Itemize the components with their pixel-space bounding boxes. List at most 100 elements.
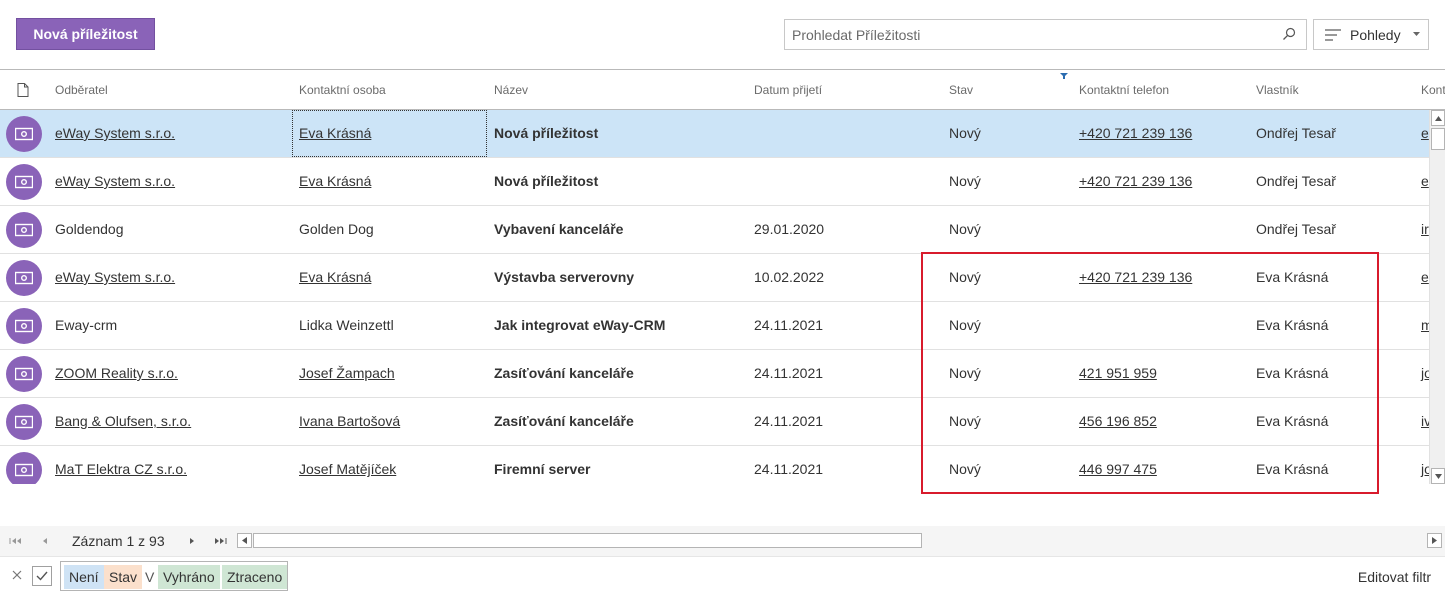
close-icon[interactable]: [12, 570, 22, 580]
column-header-owner[interactable]: Vlastník: [1256, 83, 1299, 97]
phone-link[interactable]: +420 721 239 136: [1079, 269, 1192, 285]
filter-chip-value-won[interactable]: Vyhráno: [158, 565, 220, 589]
table-row[interactable]: MaT Elektra CZ s.r.o. Josef Matějíček Fi…: [0, 446, 1429, 484]
column-header-name[interactable]: Název: [494, 83, 528, 97]
phone-link[interactable]: 446 997 475: [1079, 461, 1157, 477]
opportunity-icon: [6, 452, 42, 484]
filter-indicator-icon: [1060, 73, 1068, 79]
state: Nový: [949, 461, 981, 477]
filter-chip-operator[interactable]: V: [140, 565, 159, 589]
grid-body: eWay System s.r.o. Eva Krásná Nová příle…: [0, 110, 1429, 484]
contact-link[interactable]: Josef Matějíček: [299, 461, 396, 477]
opportunity-name: Výstavba serverovny: [494, 269, 635, 285]
record-counter: Záznam 1 z 93: [72, 533, 165, 549]
first-page-icon[interactable]: [8, 535, 22, 547]
horizontal-scrollbar[interactable]: [237, 533, 1445, 548]
table-row[interactable]: eWay System s.r.o. Eva Krásná Nová příle…: [0, 110, 1429, 158]
table-row[interactable]: eWay System s.r.o. Eva Krásná Nová příle…: [0, 158, 1429, 206]
customer-link[interactable]: eWay System s.r.o.: [55, 269, 175, 285]
scroll-left-button[interactable]: [237, 533, 252, 548]
opportunity-icon: [6, 356, 42, 392]
pager-bar: Záznam 1 z 93: [0, 526, 1445, 556]
phone-link[interactable]: 421 951 959: [1079, 365, 1157, 381]
received-date: 24.11.2021: [754, 413, 824, 429]
column-header-state[interactable]: Stav: [949, 83, 973, 97]
chevron-down-icon: [1434, 473, 1442, 479]
customer-link[interactable]: Bang & Olufsen, s.r.o.: [55, 413, 191, 429]
previous-page-icon[interactable]: [38, 535, 52, 547]
phone-link[interactable]: +420 721 239 136: [1079, 125, 1192, 141]
horizontal-scroll-thumb[interactable]: [253, 533, 922, 548]
contact-more-link[interactable]: jo: [1421, 365, 1429, 381]
contact-link[interactable]: Eva Krásná: [299, 125, 371, 141]
customer-link[interactable]: eWay System s.r.o.: [55, 173, 175, 189]
filter-chip-value-lost[interactable]: Ztraceno: [222, 565, 288, 589]
phone-link[interactable]: 456 196 852: [1079, 413, 1157, 429]
opportunity-icon: [6, 164, 42, 200]
contact-link[interactable]: Ivana Bartošová: [299, 413, 400, 429]
opportunity-name: Nová příležitost: [494, 125, 599, 141]
contact-more-link[interactable]: ir: [1421, 221, 1429, 237]
scroll-down-button[interactable]: [1431, 468, 1445, 484]
contact-more-link[interactable]: iv: [1421, 413, 1429, 429]
customer-link[interactable]: ZOOM Reality s.r.o.: [55, 365, 178, 381]
scroll-up-button[interactable]: [1431, 110, 1445, 126]
list-lines-icon: [1325, 28, 1341, 41]
opportunity-name: Vybavení kanceláře: [494, 221, 624, 237]
customer-link[interactable]: MaT Elektra CZ s.r.o.: [55, 461, 187, 477]
table-row[interactable]: eWay System s.r.o. Eva Krásná Výstavba s…: [0, 254, 1429, 302]
received-date: 10.02.2022: [754, 269, 825, 285]
new-opportunity-button[interactable]: Nová příležitost: [16, 18, 155, 50]
opportunity-icon: [6, 116, 42, 152]
contact-more-link[interactable]: e: [1421, 125, 1429, 141]
filter-chip-not[interactable]: Není: [64, 565, 104, 589]
search-input[interactable]: [785, 20, 1275, 49]
column-header-contact-more[interactable]: Kont: [1421, 83, 1445, 97]
received-date: 24.11.2021: [754, 461, 824, 477]
column-header-phone[interactable]: Kontaktní telefon: [1079, 83, 1169, 97]
vertical-scroll-thumb[interactable]: [1431, 128, 1445, 150]
opportunity-icon: [6, 308, 42, 344]
phone-link[interactable]: +420 721 239 136: [1079, 173, 1192, 189]
received-date: 24.11.2021: [754, 365, 824, 381]
table-row[interactable]: ZOOM Reality s.r.o. Josef Žampach Zasíťo…: [0, 350, 1429, 398]
table-row[interactable]: Bang & Olufsen, s.r.o. Ivana Bartošová Z…: [0, 398, 1429, 446]
views-dropdown-button[interactable]: Pohledy: [1313, 19, 1429, 50]
contact-link[interactable]: Josef Žampach: [299, 365, 395, 381]
owner: Eva Krásná: [1256, 461, 1329, 477]
contact-link[interactable]: Eva Krásná: [299, 269, 371, 285]
customer-name: Goldendog: [55, 221, 124, 237]
contact-more-link[interactable]: jo: [1421, 461, 1429, 477]
filter-expression[interactable]: Není Stav V Vyhráno Ztraceno: [60, 561, 288, 591]
vertical-scrollbar[interactable]: [1429, 110, 1445, 484]
filter-chip-field[interactable]: Stav: [104, 565, 143, 589]
filter-enabled-checkbox[interactable]: [32, 566, 52, 586]
opportunity-icon: [6, 260, 42, 296]
column-header-date[interactable]: Datum přijetí: [754, 83, 822, 97]
opportunity-name: Jak integrovat eWay-CRM: [494, 317, 666, 333]
column-header-contact[interactable]: Kontaktní osoba: [299, 83, 386, 97]
state: Nový: [949, 269, 981, 285]
document-icon: [17, 83, 29, 97]
opportunity-name: Zasíťování kanceláře: [494, 413, 634, 429]
chevron-down-icon: [1412, 32, 1420, 36]
owner: Eva Krásná: [1256, 413, 1329, 429]
search-icon[interactable]: [1282, 27, 1296, 41]
contact-more-link[interactable]: e: [1421, 269, 1429, 285]
scroll-right-button[interactable]: [1427, 533, 1442, 548]
edit-filter-link[interactable]: Editovat filtr: [1358, 569, 1431, 585]
chevron-left-icon: [242, 537, 247, 544]
state: Nový: [949, 317, 981, 333]
contact-more-link[interactable]: m: [1421, 317, 1429, 333]
next-page-icon[interactable]: [185, 535, 199, 547]
last-page-icon[interactable]: [214, 535, 228, 547]
opportunity-icon: [6, 404, 42, 440]
search-box[interactable]: [784, 19, 1307, 50]
contact-link[interactable]: Eva Krásná: [299, 173, 371, 189]
table-row[interactable]: Eway-crm Lidka Weinzettl Jak integrovat …: [0, 302, 1429, 350]
table-row[interactable]: Goldendog Golden Dog Vybavení kanceláře …: [0, 206, 1429, 254]
column-header-customer[interactable]: Odběratel: [55, 83, 108, 97]
contact-more-link[interactable]: e: [1421, 173, 1429, 189]
customer-link[interactable]: eWay System s.r.o.: [55, 125, 175, 141]
state: Nový: [949, 125, 981, 141]
